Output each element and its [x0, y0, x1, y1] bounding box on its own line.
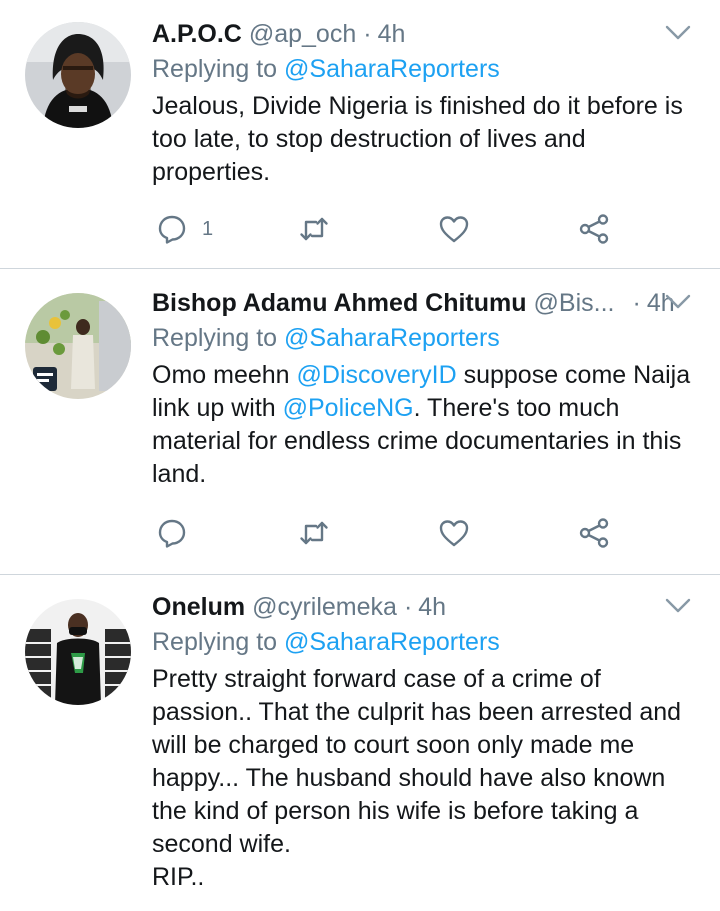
mention-link[interactable]: @SaharaReporters — [284, 55, 500, 83]
mention-link[interactable]: @DiscoveryID — [297, 361, 457, 389]
share-button[interactable] — [578, 209, 610, 249]
tweet-text: Omo meehn @DiscoveryID suppose come Naij… — [152, 361, 691, 488]
display-name[interactable]: A.P.O.C — [152, 20, 242, 49]
user-handle[interactable]: @ap_och — [249, 20, 356, 49]
tweet-actions — [152, 513, 632, 553]
tweet-bishop[interactable]: Bishop Adamu Ahmed Chitumu @Bis... · 4h … — [0, 269, 720, 573]
display-name[interactable]: Bishop Adamu Ahmed Chitumu — [152, 289, 527, 318]
avatar[interactable] — [25, 293, 131, 399]
replying-to: Replying to @SaharaReporters — [152, 324, 500, 352]
chevron-down-icon[interactable] — [664, 22, 692, 44]
share-button[interactable] — [578, 513, 610, 553]
heart-icon — [439, 520, 469, 547]
like-button[interactable] — [438, 513, 470, 553]
share-icon — [579, 518, 609, 548]
user-handle[interactable]: @cyrilemeka — [252, 593, 397, 622]
tweet-text: Jealous, Divide Nigeria is finished do i… — [152, 92, 683, 186]
reply-icon — [158, 215, 186, 244]
display-name[interactable]: Onelum — [152, 593, 245, 622]
retweet-icon — [300, 217, 328, 241]
tweet-actions: 1 — [152, 209, 632, 249]
retweet-button[interactable] — [298, 513, 330, 553]
mention-link[interactable]: @SaharaReporters — [284, 324, 500, 352]
replying-to: Replying to @SaharaReporters — [152, 628, 500, 656]
retweet-icon — [300, 521, 328, 545]
tweet-onelum[interactable]: Onelum @cyrilemeka · 4h Replying to @Sah… — [0, 575, 720, 911]
avatar[interactable] — [25, 22, 131, 128]
user-handle[interactable]: @Bis... — [534, 289, 615, 318]
separator: · — [632, 288, 641, 317]
mention-link[interactable]: @PoliceNG — [283, 394, 414, 422]
separator: · — [363, 19, 372, 48]
timestamp[interactable]: 4h — [418, 593, 446, 622]
chevron-down-icon[interactable] — [664, 595, 692, 617]
separator: · — [403, 592, 413, 621]
tweet-header: Onelum @cyrilemeka · 4h — [152, 591, 696, 623]
mention-link[interactable]: @SaharaReporters — [284, 628, 500, 656]
reply-button[interactable]: 1 — [156, 209, 213, 249]
heart-icon — [439, 216, 469, 243]
retweet-button[interactable] — [298, 209, 330, 249]
reply-count: 1 — [202, 217, 214, 240]
chevron-down-icon[interactable] — [664, 291, 692, 313]
tweet-header: A.P.O.C @ap_och · 4h — [152, 18, 696, 50]
tweet-apoc[interactable]: A.P.O.C @ap_och · 4h Replying to @Sahara… — [0, 0, 720, 268]
reply-button[interactable] — [156, 513, 188, 553]
tweet-header: Bishop Adamu Ahmed Chitumu @Bis... · 4h — [152, 287, 696, 319]
share-icon — [579, 214, 609, 244]
avatar[interactable] — [25, 599, 131, 705]
tweet-text: Pretty straight forward case of a crime … — [152, 665, 682, 891]
reply-icon — [158, 519, 186, 548]
replying-to: Replying to @SaharaReporters — [152, 55, 500, 83]
like-button[interactable] — [438, 209, 470, 249]
timestamp[interactable]: 4h — [378, 20, 406, 49]
